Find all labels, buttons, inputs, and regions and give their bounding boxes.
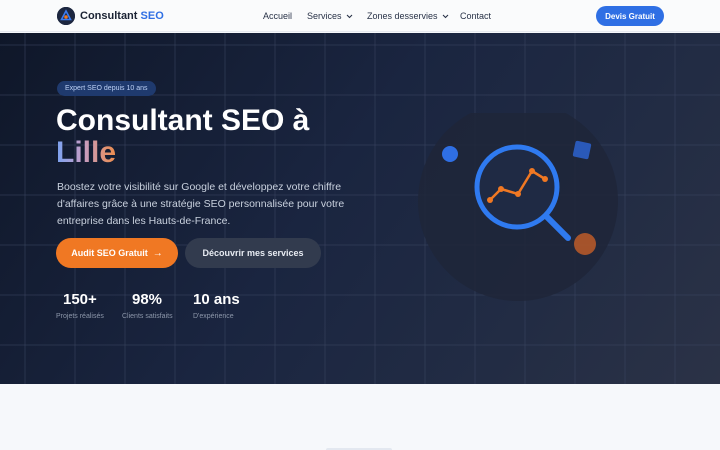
nav-item-services[interactable]: Services [307, 0, 353, 32]
arrow-right-icon: → [152, 247, 163, 259]
stat-projects-label: Projets réalisés [56, 313, 104, 320]
nav-item-contact[interactable]: Contact [460, 0, 491, 32]
hero-description: Boostez votre visibilité sur Google et d… [57, 181, 345, 227]
stat-projects: 150+ [63, 291, 97, 308]
audit-seo-button[interactable]: Audit SEO Gratuit → [56, 238, 178, 268]
hero-title-line1: Consultant SEO à [56, 104, 310, 137]
services-button[interactable]: Découvrir mes services [185, 238, 321, 268]
site-logo[interactable]: Consultant SEO [57, 7, 164, 25]
logo-icon [57, 7, 75, 25]
stat-experience-label: D'expérience [193, 313, 234, 320]
next-section [0, 384, 720, 450]
stat-clients-label: Clients satisfaits [122, 313, 173, 320]
stat-clients: 98% [132, 291, 163, 308]
devis-gratuit-button[interactable]: Devis Gratuit [596, 6, 664, 26]
magnifier-chart-icon [418, 113, 618, 301]
top-navbar: Consultant SEO Accueil Services Zones de… [0, 0, 720, 32]
hero-section: Expert SEO depuis 10 ans Consultant SEO … [0, 33, 720, 384]
expert-badge: Expert SEO depuis 10 ans [57, 81, 156, 96]
hero-title-city: Lille [56, 136, 117, 169]
logo-text: Consultant SEO [80, 10, 164, 22]
chevron-down-icon [346, 14, 352, 18]
nav-item-accueil[interactable]: Accueil [263, 0, 292, 32]
nav-item-zones[interactable]: Zones desservies [367, 0, 449, 32]
chevron-down-icon [442, 14, 448, 18]
stat-experience: 10 ans [193, 291, 240, 308]
